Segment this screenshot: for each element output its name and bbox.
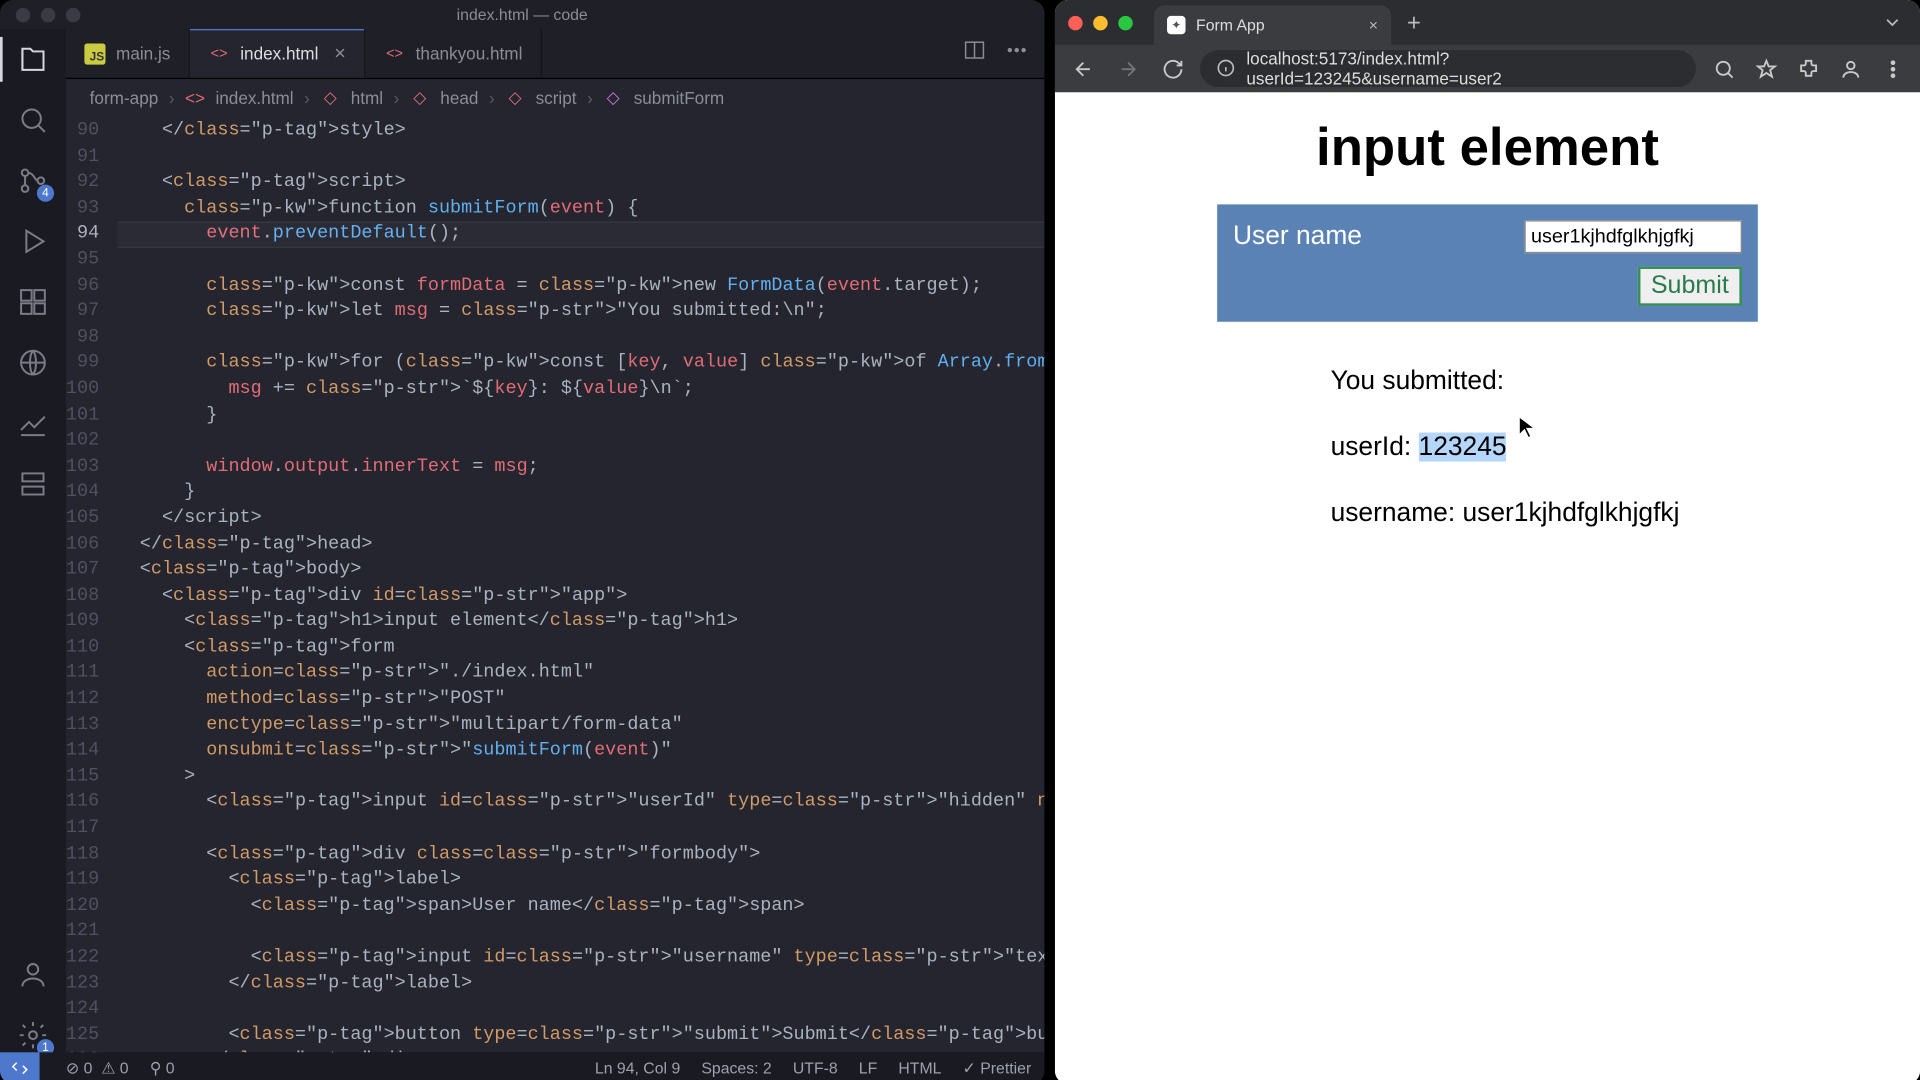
mouse-cursor-icon [1518, 382, 1536, 406]
forward-button[interactable] [1110, 51, 1144, 85]
status-ports[interactable]: ⚲ 0 [150, 1059, 175, 1077]
selected-text: 123245 [1419, 433, 1507, 462]
settings-gear-icon[interactable]: 1 [16, 1018, 50, 1052]
traffic-max[interactable] [1118, 15, 1133, 30]
vscode-window: index.html — code 4 1 JS m [0, 0, 1044, 1080]
symbol-icon: ◇ [505, 88, 525, 108]
crumb[interactable]: script [536, 88, 577, 108]
page-content: input element User name Submit You submi… [1055, 92, 1920, 1080]
submit-button[interactable]: Submit [1638, 266, 1742, 306]
symbol-icon: ◇ [603, 88, 623, 108]
split-editor-icon[interactable] [963, 38, 987, 68]
tab-label: main.js [116, 44, 170, 64]
more-icon[interactable] [1005, 38, 1029, 68]
bookmark-icon[interactable] [1749, 51, 1783, 85]
tab-main-js[interactable]: JS main.js [66, 29, 190, 78]
search-icon[interactable] [16, 103, 50, 137]
crumb[interactable]: index.html [215, 88, 293, 108]
extensions-icon[interactable] [1791, 51, 1825, 85]
source-control-icon[interactable]: 4 [16, 164, 50, 198]
browser-tabstrip: ✦ Form App × + [1055, 0, 1920, 45]
close-icon[interactable]: × [334, 42, 346, 64]
run-debug-icon[interactable] [16, 224, 50, 258]
crumb[interactable]: html [351, 88, 383, 108]
html-file-icon: <> [384, 43, 405, 64]
form-body: User name Submit [1217, 204, 1758, 321]
html-file-icon: <> [209, 43, 230, 64]
code-editor[interactable]: 9091929394959697989910010110210310410510… [66, 116, 1044, 1052]
remote-icon[interactable] [16, 345, 50, 379]
explorer-icon[interactable] [16, 42, 50, 76]
js-file-icon: JS [84, 43, 105, 64]
address-bar[interactable]: localhost:5173/index.html?userId=123245&… [1200, 50, 1696, 87]
window-controls[interactable] [1068, 15, 1133, 30]
output-text: You submitted: userId: 123245 username: … [1217, 332, 1758, 563]
remote-indicator[interactable] [0, 1052, 40, 1080]
scm-badge: 4 [37, 185, 54, 202]
stacks-icon[interactable] [16, 467, 50, 501]
page-heading: input element [1055, 119, 1920, 178]
status-cursor[interactable]: Ln 94, Col 9 [595, 1059, 680, 1077]
status-spaces[interactable]: Spaces: 2 [701, 1059, 771, 1077]
html-file-icon: <> [185, 88, 205, 108]
zoom-icon[interactable] [1706, 51, 1740, 85]
crumb[interactable]: form-app [90, 88, 159, 108]
browser-window: ✦ Form App × + localhost:5173/index.html… [1055, 0, 1920, 1080]
activity-bar: 4 1 [0, 29, 66, 1052]
browser-tab[interactable]: ✦ Form App × [1154, 5, 1391, 45]
status-problems[interactable]: ⊘ 0 ⚠ 0 [66, 1059, 129, 1077]
site-info-icon[interactable] [1216, 58, 1236, 79]
profile-icon[interactable] [1833, 51, 1867, 85]
reload-button[interactable] [1155, 51, 1189, 85]
code-area[interactable]: </class="p-tag">style> <class="p-tag">sc… [118, 116, 1045, 1052]
account-icon[interactable] [16, 957, 50, 991]
traffic-min[interactable] [1093, 15, 1108, 30]
window-title: index.html — code [0, 5, 1044, 23]
tab-thankyou-html[interactable]: <> thankyou.html [366, 29, 543, 78]
timeline-icon[interactable] [16, 406, 50, 440]
username-input[interactable] [1524, 220, 1742, 253]
favicon-icon: ✦ [1167, 16, 1185, 34]
status-bar: ⊘ 0 ⚠ 0 ⚲ 0 Ln 94, Col 9 Spaces: 2 UTF-8… [0, 1052, 1044, 1080]
status-formatter[interactable]: ✓ Prettier [963, 1059, 1032, 1077]
extensions-icon[interactable] [16, 285, 50, 319]
vscode-titlebar: index.html — code [0, 0, 1044, 29]
editor-tabs: JS main.js <> index.html × <> thankyou.h… [66, 29, 1044, 79]
tab-label: thankyou.html [416, 44, 523, 64]
expand-icon[interactable] [1878, 8, 1907, 37]
status-eol[interactable]: LF [859, 1059, 877, 1077]
crumb[interactable]: head [440, 88, 478, 108]
username-label: User name [1233, 222, 1362, 252]
tab-label: index.html [240, 44, 318, 64]
crumb[interactable]: submitForm [634, 88, 724, 108]
url-text: localhost:5173/index.html?userId=123245&… [1246, 49, 1680, 89]
symbol-icon: ◇ [320, 88, 340, 108]
symbol-icon: ◇ [410, 88, 430, 108]
tab-title: Form App [1196, 16, 1265, 34]
status-encoding[interactable]: UTF-8 [793, 1059, 838, 1077]
line-gutter: 9091929394959697989910010110210310410510… [66, 116, 118, 1052]
close-icon[interactable]: × [1369, 16, 1378, 34]
traffic-close[interactable] [1068, 15, 1083, 30]
breadcrumb[interactable]: form-app› <> index.html› ◇ html› ◇ head›… [66, 79, 1044, 116]
menu-icon[interactable] [1875, 51, 1909, 85]
back-button[interactable] [1066, 51, 1100, 85]
tab-index-html[interactable]: <> index.html × [190, 29, 365, 78]
new-tab-button[interactable]: + [1399, 3, 1429, 41]
status-language[interactable]: HTML [898, 1059, 941, 1077]
browser-toolbar: localhost:5173/index.html?userId=123245&… [1055, 45, 1920, 92]
